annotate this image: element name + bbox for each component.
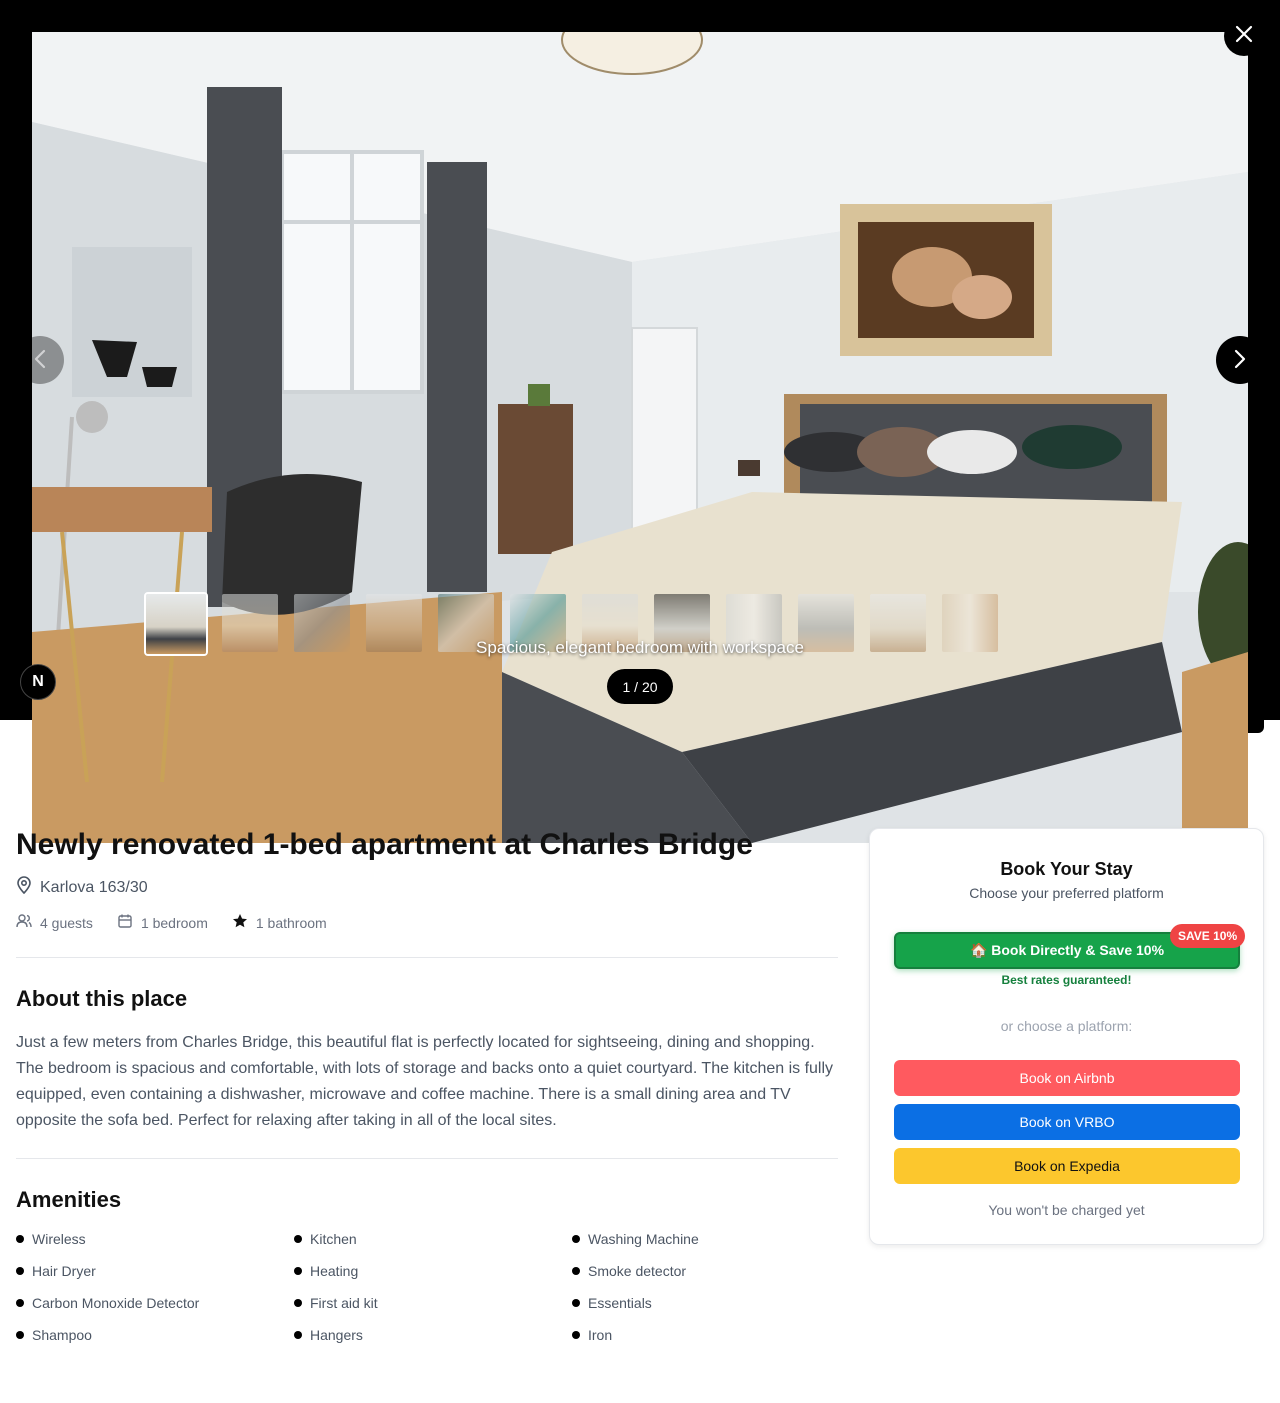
no-charge-note: You won't be charged yet xyxy=(988,1202,1145,1218)
amenity-label: Kitchen xyxy=(310,1231,357,1247)
gallery-prev-button[interactable] xyxy=(16,336,64,384)
save-badge: SAVE 10% xyxy=(1170,924,1246,948)
gallery-counter: 1 / 20 xyxy=(607,669,673,704)
address-text: Karlova 163/30 xyxy=(40,878,148,896)
amenity-item: Essentials xyxy=(572,1292,850,1314)
bullet-icon xyxy=(294,1267,302,1275)
bullet-icon xyxy=(294,1235,302,1243)
amenity-item: Carbon Monoxide Detector xyxy=(16,1292,294,1314)
amenity-item: Smoke detector xyxy=(572,1260,850,1282)
stat-guests: 4 guests xyxy=(16,913,93,932)
users-icon xyxy=(16,913,32,932)
amenity-item: First aid kit xyxy=(294,1292,572,1314)
gallery-close-button[interactable] xyxy=(1224,16,1264,56)
bullet-icon xyxy=(16,1235,24,1243)
close-icon xyxy=(1235,24,1253,48)
section-divider xyxy=(16,957,838,958)
calendar-icon xyxy=(117,913,133,932)
section-divider xyxy=(16,1158,838,1159)
amenity-item: Heating xyxy=(294,1260,572,1282)
amenity-item: Hangers xyxy=(294,1324,572,1346)
amenity-item: Washing Machine xyxy=(572,1228,850,1250)
amenities-heading: Amenities xyxy=(16,1187,122,1212)
amenity-label: Hair Dryer xyxy=(32,1263,96,1279)
amenity-label: Essentials xyxy=(588,1295,652,1311)
amenity-label: Iron xyxy=(588,1327,613,1343)
book-airbnb-button[interactable]: Book on Airbnb xyxy=(894,1060,1240,1096)
amenity-label: Washing Machine xyxy=(588,1231,699,1247)
bullet-icon xyxy=(572,1235,580,1243)
gallery-caption: Spacious, elegant bedroom with workspace xyxy=(476,638,804,657)
book-vrbo-button[interactable]: Book on VRBO xyxy=(894,1104,1240,1140)
bullet-icon xyxy=(294,1331,302,1339)
listing-address: Karlova 163/30 xyxy=(16,876,148,899)
gallery-next-button[interactable] xyxy=(1216,336,1264,384)
amenity-label: First aid kit xyxy=(310,1295,378,1311)
gallery-backdrop-edge xyxy=(1248,688,1264,733)
amenity-label: Wireless xyxy=(32,1231,86,1247)
listing-stats: 4 guests 1 bedroom 1 bathroom xyxy=(16,913,327,932)
best-rates-note: Best rates guaranteed! xyxy=(1001,973,1132,987)
star-icon xyxy=(232,913,248,932)
bullet-icon xyxy=(572,1331,580,1339)
about-heading: About this place xyxy=(16,986,188,1011)
bullet-icon xyxy=(16,1267,24,1275)
stat-bathrooms-label: 1 bathroom xyxy=(255,914,327,931)
stat-bathrooms: 1 bathroom xyxy=(232,913,327,932)
bullet-icon xyxy=(572,1267,580,1275)
listing-title: Newly renovated 1-bed apartment at Charl… xyxy=(16,828,753,861)
amenity-label: Carbon Monoxide Detector xyxy=(32,1295,200,1311)
stat-guests-label: 4 guests xyxy=(40,914,93,931)
amenity-item: Hair Dryer xyxy=(16,1260,294,1282)
amenity-item: Wireless xyxy=(16,1228,294,1250)
amenity-item: Shampoo xyxy=(16,1324,294,1346)
amenity-label: Heating xyxy=(310,1263,359,1279)
bullet-icon xyxy=(16,1299,24,1307)
amenity-item: Kitchen xyxy=(294,1228,572,1250)
amenity-item: Iron xyxy=(572,1324,850,1346)
book-expedia-button[interactable]: Book on Expedia xyxy=(894,1148,1240,1184)
map-pin-icon xyxy=(16,876,32,899)
booking-card: Book Your Stay Choose your preferred pla… xyxy=(869,828,1264,1245)
booking-subtitle: Choose your preferred platform xyxy=(969,885,1164,901)
stat-bedrooms-label: 1 bedroom xyxy=(140,914,208,931)
amenities-list: Wireless Kitchen Washing Machine Hair Dr… xyxy=(16,1228,850,1346)
n-logo-badge[interactable]: N xyxy=(20,664,56,700)
bullet-icon xyxy=(572,1299,580,1307)
amenity-label: Smoke detector xyxy=(588,1263,687,1279)
amenity-label: Hangers xyxy=(310,1327,363,1343)
listing-description: Just a few meters from Charles Bridge, t… xyxy=(16,1034,834,1129)
stat-bedrooms: 1 bedroom xyxy=(117,913,208,932)
chevron-right-icon xyxy=(1233,345,1247,376)
bullet-icon xyxy=(16,1331,24,1339)
chevron-left-icon xyxy=(33,345,47,376)
bullet-icon xyxy=(294,1299,302,1307)
or-choose-platform-label: or choose a platform: xyxy=(1000,1018,1133,1034)
gallery-main-photo xyxy=(32,32,1248,843)
amenity-label: Shampoo xyxy=(32,1327,92,1343)
booking-title: Book Your Stay xyxy=(1000,859,1133,879)
